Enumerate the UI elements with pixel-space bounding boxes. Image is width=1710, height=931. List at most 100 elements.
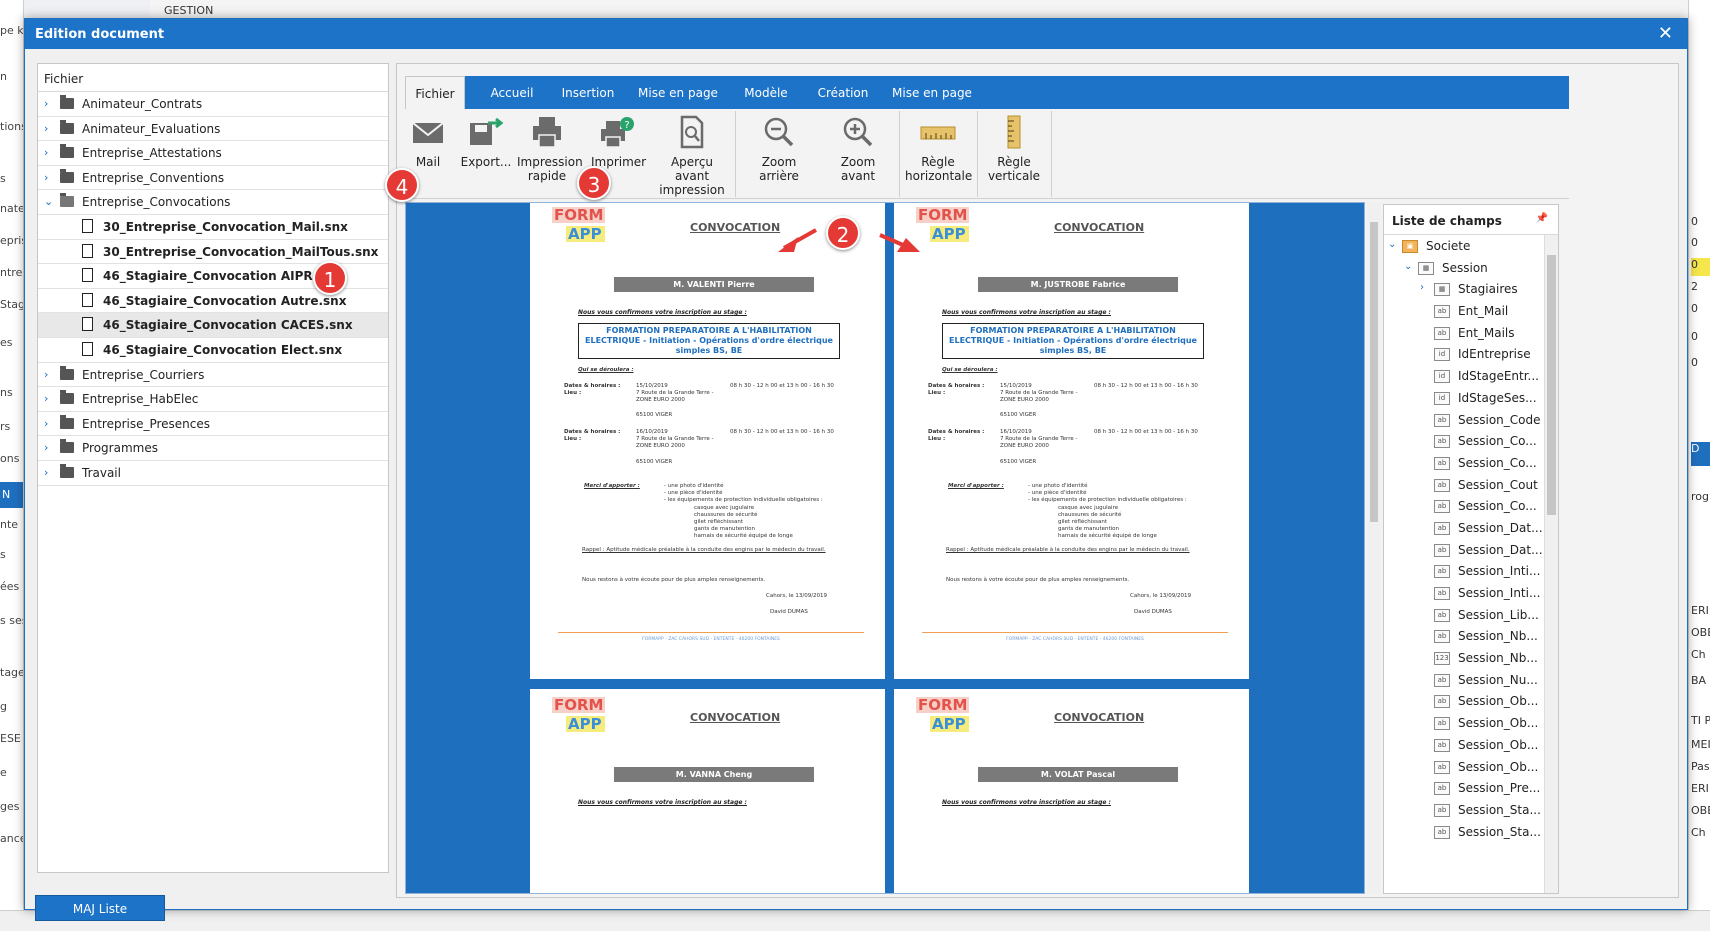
field-item[interactable]: ⌄ ▣ Societe — [1384, 235, 1558, 257]
tab-insertion[interactable]: Insertion — [551, 76, 625, 109]
chevron-down-icon[interactable]: ⌄ — [44, 195, 53, 208]
field-type-icon: ab — [1434, 803, 1450, 817]
mail-button[interactable]: Mail — [407, 115, 449, 169]
tab-modele[interactable]: Modèle — [731, 76, 801, 109]
field-item-label: Session_Dat... — [1458, 520, 1543, 535]
chevron-right-icon[interactable]: › — [44, 392, 48, 405]
chevron-right-icon[interactable]: › — [44, 171, 48, 184]
page-title: CONVOCATION — [690, 221, 781, 234]
folder-item[interactable]: › Entreprise_Attestations — [38, 141, 388, 166]
field-item[interactable]: ab Session_Inti... — [1384, 560, 1558, 582]
field-item[interactable]: ab Session_Ob... — [1384, 712, 1558, 734]
field-item[interactable]: ab Session_Dat... — [1384, 539, 1558, 561]
field-item-label: Session_Nu... — [1458, 672, 1538, 687]
field-item[interactable]: ab Session_Ob... — [1384, 690, 1558, 712]
close-icon[interactable]: ✕ — [1658, 23, 1673, 44]
pin-icon[interactable]: 📌 — [1536, 213, 1548, 224]
chevron-right-icon[interactable]: › — [44, 368, 48, 381]
tab-fichier[interactable]: Fichier — [405, 76, 465, 109]
tab-mise-en-page[interactable]: Mise en page — [629, 76, 727, 109]
field-item[interactable]: ⌄ ▦ Session — [1384, 257, 1558, 279]
background-right-snippet: 0 — [1691, 356, 1698, 369]
preview-scroll-thumb[interactable] — [1370, 222, 1378, 522]
folder-item[interactable]: › Entreprise_Courriers — [38, 363, 388, 388]
chevron-right-icon[interactable]: › — [44, 466, 48, 479]
folder-icon — [60, 439, 74, 454]
field-list-scroll-thumb[interactable] — [1547, 255, 1556, 515]
tab-creation[interactable]: Création — [803, 76, 883, 109]
field-item[interactable]: ab Session_Lib... — [1384, 604, 1558, 626]
chevron-right-icon[interactable]: › — [44, 97, 48, 110]
preview-scrollbar[interactable] — [1367, 202, 1381, 894]
file-item[interactable]: 46_Stagiaire_Convocation CACES.snx — [38, 313, 388, 338]
chevron-right-icon[interactable]: › — [44, 122, 48, 135]
quick-print-button[interactable]: Impression rapide — [517, 115, 583, 183]
field-item[interactable]: ab Session_Co... — [1384, 452, 1558, 474]
field-item[interactable]: ab Session_Inti... — [1384, 582, 1558, 604]
field-item[interactable]: ab Session_Nb... — [1384, 625, 1558, 647]
folder-item[interactable]: › Entreprise_Presences — [38, 412, 388, 437]
field-item[interactable]: ab Session_Pre... — [1384, 777, 1558, 799]
tab-accueil[interactable]: Accueil — [477, 76, 547, 109]
page-text: 65100 VIGER — [1000, 412, 1037, 418]
file-item[interactable]: 30_Entreprise_Convocation_MailTous.snx — [38, 240, 388, 265]
chevron-down-icon[interactable]: ⌄ — [1388, 239, 1396, 250]
field-item[interactable]: id IdEntreprise — [1384, 343, 1558, 365]
print-preview-button[interactable]: Aperçu avant impression — [655, 115, 729, 197]
field-item[interactable]: ab Session_Co... — [1384, 495, 1558, 517]
field-item[interactable]: ab Session_Co... — [1384, 430, 1558, 452]
field-item[interactable]: › ▦ Stagiaires — [1384, 278, 1558, 300]
edition-document-dialog: Edition document ✕ Fichier › Animateur_Co… — [24, 18, 1688, 921]
field-item[interactable]: ab Session_Cout — [1384, 474, 1558, 496]
ribbon-separator — [735, 111, 736, 197]
folder-icon — [60, 95, 74, 110]
field-item[interactable]: ab Session_Nu... — [1384, 669, 1558, 691]
export-icon — [470, 117, 504, 145]
page-text: harnais de sécurité équipé de longe — [1058, 533, 1157, 539]
field-list-header: Liste de champs 📌 — [1384, 205, 1558, 235]
field-list-scrollbar[interactable] — [1544, 235, 1558, 893]
field-item[interactable]: 123 Session_Nb... — [1384, 647, 1558, 669]
vertical-ruler-button[interactable]: Règle verticale — [983, 115, 1045, 183]
field-item[interactable]: ab Ent_Mails — [1384, 322, 1558, 344]
zoom-in-button[interactable]: Zoom avant — [825, 115, 891, 183]
print-button[interactable]: ? Imprimer — [591, 115, 646, 169]
field-item[interactable]: ab Session_Dat... — [1384, 517, 1558, 539]
ribbon-tabs: Fichier Accueil Insertion Mise en page Modèl… — [405, 76, 1569, 109]
document-preview[interactable]: FORM APP CONVOCATION M. VALENTI Pierre Nous … — [405, 202, 1365, 894]
field-item[interactable]: id IdStageSes... — [1384, 387, 1558, 409]
export-button[interactable]: Export... — [457, 115, 515, 169]
field-item[interactable]: ab Session_Ob... — [1384, 734, 1558, 756]
field-item[interactable]: ab Session_Code — [1384, 409, 1558, 431]
folder-item[interactable]: ⌄ Entreprise_Convocations — [38, 190, 388, 215]
horizontal-ruler-button[interactable]: Règle horizontale — [905, 115, 972, 183]
folder-item[interactable]: › Travail — [38, 461, 388, 486]
background-left-snippet: e — [0, 766, 7, 779]
chevron-down-icon[interactable]: ⌄ — [1404, 261, 1412, 272]
background-right-snippet: 0 — [1691, 258, 1710, 276]
field-type-icon: 123 — [1434, 652, 1450, 666]
page-text: Rappel : Aptitude médicale préalable à l… — [946, 547, 1190, 553]
folder-item[interactable]: › Entreprise_Conventions — [38, 166, 388, 191]
field-item[interactable]: ab Session_Sta... — [1384, 799, 1558, 821]
tab-mise-en-page[interactable]: Mise en page — [887, 76, 977, 109]
chevron-right-icon[interactable]: › — [1420, 282, 1424, 293]
folder-item[interactable]: › Animateur_Contrats — [38, 92, 388, 117]
maj-liste-button[interactable]: MAJ Liste — [35, 895, 165, 921]
folder-item[interactable]: › Entreprise_HabElec — [38, 387, 388, 412]
file-item[interactable]: 46_Stagiaire_Convocation Elect.snx — [38, 338, 388, 363]
tree-item-label: 46_Stagiaire_Convocation Elect.snx — [103, 342, 343, 357]
field-item[interactable]: ab Ent_Mail — [1384, 300, 1558, 322]
chevron-right-icon[interactable]: › — [44, 441, 48, 454]
zoom-out-button[interactable]: Zoom arrière — [743, 115, 815, 183]
field-item[interactable]: ab Session_Sta... — [1384, 821, 1558, 843]
background-left-snippet: ges — [0, 800, 20, 813]
folder-item[interactable]: › Programmes — [38, 436, 388, 461]
field-item-label: IdStageSes... — [1458, 390, 1537, 405]
file-item[interactable]: 30_Entreprise_Convocation_Mail.snx — [38, 215, 388, 240]
chevron-right-icon[interactable]: › — [44, 146, 48, 159]
field-item[interactable]: ab Session_Ob... — [1384, 756, 1558, 778]
folder-item[interactable]: › Animateur_Evaluations — [38, 117, 388, 142]
chevron-right-icon[interactable]: › — [44, 417, 48, 430]
field-item[interactable]: id IdStageEntr... — [1384, 365, 1558, 387]
